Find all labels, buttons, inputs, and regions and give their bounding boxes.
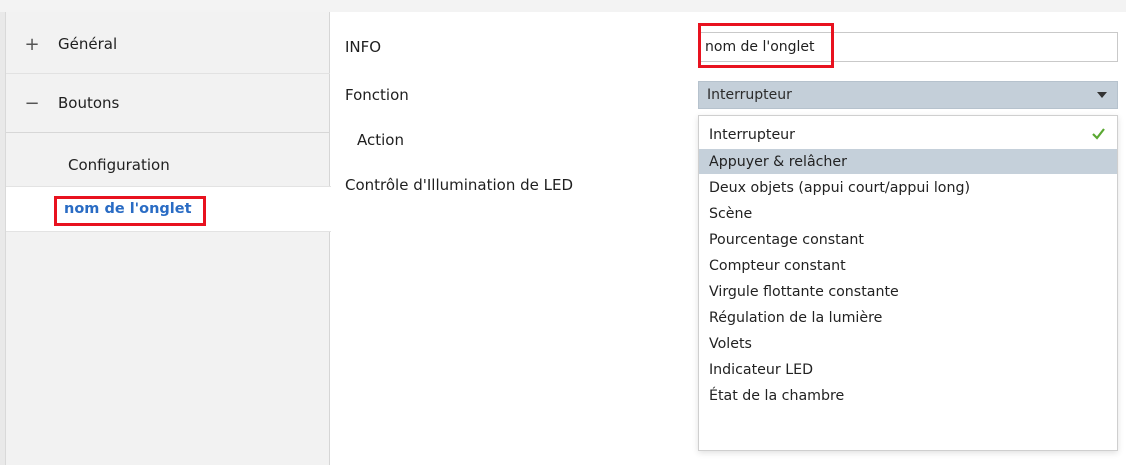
dropdown-option[interactable]: Interrupteur (699, 122, 1117, 147)
tree-item-general[interactable]: + Général (6, 15, 330, 73)
collapse-icon[interactable]: − (6, 93, 58, 114)
fonction-select[interactable]: Interrupteur (698, 81, 1118, 109)
fonction-dropdown-list: Interrupteur Appuyer & relâcher Deux obj… (698, 115, 1118, 451)
info-input[interactable] (698, 32, 1118, 62)
dropdown-option[interactable]: Volets (699, 331, 1117, 356)
param-label-fonction: Fonction (345, 86, 409, 104)
fonction-selected-value: Interrupteur (707, 87, 792, 103)
dropdown-option[interactable]: Virgule flottante constante (699, 279, 1117, 304)
dropdown-option[interactable]: État de la chambre (699, 383, 1117, 408)
param-label-action: Action (357, 131, 404, 149)
dropdown-option[interactable]: Pourcentage constant (699, 227, 1117, 252)
checkmark-icon (1092, 128, 1105, 140)
dropdown-option[interactable]: Compteur constant (699, 253, 1117, 278)
param-label-info: INFO (345, 38, 382, 56)
tree-item-label: Général (58, 35, 118, 53)
tree-item-nom-de-l-onglet[interactable]: nom de l'onglet (6, 186, 331, 232)
expand-icon[interactable]: + (6, 34, 58, 55)
param-label-led-control: Contrôle d'Illumination de LED (345, 176, 574, 194)
dropdown-arrow-icon[interactable] (1097, 92, 1107, 98)
tree-item-label: nom de l'onglet (64, 201, 192, 217)
dropdown-option[interactable]: Deux objets (appui court/appui long) (699, 175, 1117, 200)
dropdown-option[interactable]: Régulation de la lumière (699, 305, 1117, 330)
tree-item-label: Boutons (58, 94, 120, 112)
tree-item-boutons[interactable]: − Boutons (6, 73, 330, 133)
dropdown-option[interactable]: Appuyer & relâcher (699, 149, 1117, 174)
dropdown-option[interactable]: Indicateur LED (699, 357, 1117, 382)
top-strip (0, 0, 1126, 12)
dropdown-option[interactable]: Scène (699, 201, 1117, 226)
tree-item-configuration[interactable]: Configuration (6, 142, 330, 188)
tree-item-label: Configuration (68, 156, 170, 174)
